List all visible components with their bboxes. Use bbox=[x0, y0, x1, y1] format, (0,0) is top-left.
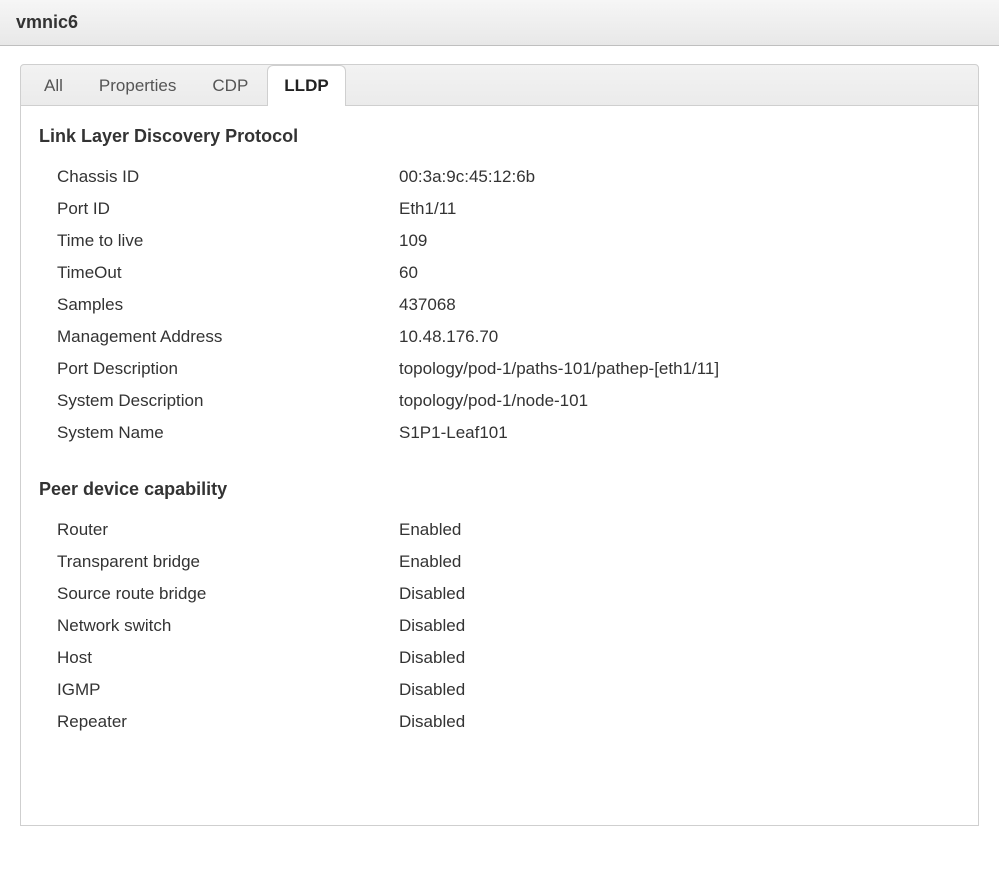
row-source-route-bridge: Source route bridge Disabled bbox=[39, 578, 960, 610]
row-host: Host Disabled bbox=[39, 642, 960, 674]
row-timeout: TimeOut 60 bbox=[39, 257, 960, 289]
value-source-route-bridge: Disabled bbox=[399, 584, 960, 604]
value-router: Enabled bbox=[399, 520, 960, 540]
label-timeout: TimeOut bbox=[39, 263, 399, 283]
label-chassis-id: Chassis ID bbox=[39, 167, 399, 187]
value-igmp: Disabled bbox=[399, 680, 960, 700]
label-source-route-bridge: Source route bridge bbox=[39, 584, 399, 604]
row-sys-desc: System Description topology/pod-1/node-1… bbox=[39, 385, 960, 417]
row-router: Router Enabled bbox=[39, 514, 960, 546]
section-title-lldp: Link Layer Discovery Protocol bbox=[39, 126, 960, 147]
row-samples: Samples 437068 bbox=[39, 289, 960, 321]
value-host: Disabled bbox=[399, 648, 960, 668]
section-title-peer-capability: Peer device capability bbox=[39, 479, 960, 500]
row-igmp: IGMP Disabled bbox=[39, 674, 960, 706]
label-sys-name: System Name bbox=[39, 423, 399, 443]
row-mgmt-addr: Management Address 10.48.176.70 bbox=[39, 321, 960, 353]
label-mgmt-addr: Management Address bbox=[39, 327, 399, 347]
value-repeater: Disabled bbox=[399, 712, 960, 732]
row-ttl: Time to live 109 bbox=[39, 225, 960, 257]
tab-panel-lldp: Link Layer Discovery Protocol Chassis ID… bbox=[20, 106, 979, 826]
value-mgmt-addr: 10.48.176.70 bbox=[399, 327, 960, 347]
row-sys-name: System Name S1P1-Leaf101 bbox=[39, 417, 960, 449]
label-igmp: IGMP bbox=[39, 680, 399, 700]
label-repeater: Repeater bbox=[39, 712, 399, 732]
value-transparent-bridge: Enabled bbox=[399, 552, 960, 572]
row-port-desc: Port Description topology/pod-1/paths-10… bbox=[39, 353, 960, 385]
value-samples: 437068 bbox=[399, 295, 960, 315]
value-sys-desc: topology/pod-1/node-101 bbox=[399, 391, 960, 411]
value-network-switch: Disabled bbox=[399, 616, 960, 636]
content-area: All Properties CDP LLDP Link Layer Disco… bbox=[0, 46, 999, 866]
label-port-id: Port ID bbox=[39, 199, 399, 219]
window-title: vmnic6 bbox=[0, 0, 999, 46]
tab-lldp[interactable]: LLDP bbox=[267, 65, 345, 106]
row-repeater: Repeater Disabled bbox=[39, 706, 960, 738]
label-router: Router bbox=[39, 520, 399, 540]
row-port-id: Port ID Eth1/11 bbox=[39, 193, 960, 225]
label-host: Host bbox=[39, 648, 399, 668]
tab-cdp[interactable]: CDP bbox=[195, 65, 265, 106]
value-chassis-id: 00:3a:9c:45:12:6b bbox=[399, 167, 960, 187]
row-transparent-bridge: Transparent bridge Enabled bbox=[39, 546, 960, 578]
value-sys-name: S1P1-Leaf101 bbox=[399, 423, 960, 443]
label-port-desc: Port Description bbox=[39, 359, 399, 379]
tab-all[interactable]: All bbox=[27, 65, 80, 106]
value-ttl: 109 bbox=[399, 231, 960, 251]
label-sys-desc: System Description bbox=[39, 391, 399, 411]
label-ttl: Time to live bbox=[39, 231, 399, 251]
value-timeout: 60 bbox=[399, 263, 960, 283]
tab-bar: All Properties CDP LLDP bbox=[20, 64, 979, 106]
label-transparent-bridge: Transparent bridge bbox=[39, 552, 399, 572]
label-samples: Samples bbox=[39, 295, 399, 315]
tab-properties[interactable]: Properties bbox=[82, 65, 193, 106]
label-network-switch: Network switch bbox=[39, 616, 399, 636]
row-network-switch: Network switch Disabled bbox=[39, 610, 960, 642]
value-port-id: Eth1/11 bbox=[399, 199, 960, 219]
row-chassis-id: Chassis ID 00:3a:9c:45:12:6b bbox=[39, 161, 960, 193]
value-port-desc: topology/pod-1/paths-101/pathep-[eth1/11… bbox=[399, 359, 960, 379]
